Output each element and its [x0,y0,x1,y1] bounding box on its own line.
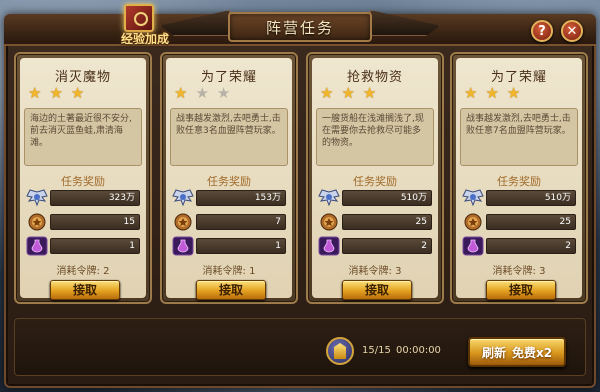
exp-wings-icon [26,188,48,208]
star-icon: ★ [70,84,85,102]
reward-title: 任务奖励 [353,175,397,188]
token-cost: 消耗令牌: 2 [56,266,110,277]
reward-honor-value: 7 [196,214,286,230]
star-icon: ★ [216,84,231,102]
difficulty-stars: ★ ★ ★ [28,86,84,101]
refresh-timer: 00:00:00 [396,345,441,356]
exp-bonus-label: 经验加成 [120,32,169,46]
quest-description: 战事越发激烈,去吧勇士,击败任意3名血盟阵营玩家。 [170,108,288,166]
quest-title: 为了荣耀 [200,70,257,85]
reward-row-honor: 25 [318,212,432,232]
star-icon: ★ [362,84,377,102]
star-icon: ★ [320,84,334,102]
reward-potion-value: 1 [50,238,140,254]
claim-button[interactable]: 接取 [50,280,120,300]
close-button[interactable]: ✕ [561,20,583,42]
star-icon: ★ [28,84,42,102]
card-body: 抢救物资 ★ ★ ★ 一艘货船在浅滩搁浅了,现在需要你去抢救尽可能多的物资。 任… [312,58,438,300]
reward-row-potion: 2 [318,236,432,256]
reward-row-honor: 25 [462,212,576,232]
quest-title: 消灭魔物 [54,70,111,85]
reward-row-potion: 1 [172,236,286,256]
exp-wings-icon [172,188,194,208]
reward-row-exp: 510万 [318,188,432,208]
honor-medal-icon [172,212,194,232]
reward-honor-value: 25 [342,214,432,230]
reward-title: 任务奖励 [207,175,251,188]
reward-honor-value: 25 [486,214,576,230]
token-cost: 消耗令牌: 3 [348,266,402,277]
difficulty-stars: ★ ★ ★ [464,86,520,101]
quest-card: 消灭魔物 ★ ★ ★ 海边的土著最近很不安分,前去消灭蓝鱼蛙,肃清海滩。 任务奖… [14,52,152,304]
free-refresh-count: 免费x2 [511,345,553,360]
help-button[interactable]: ? [531,20,553,42]
exp-wings-icon [462,188,484,208]
reward-honor-value: 15 [50,214,140,230]
card-body: 为了荣耀 ★ ★ ★ 战事越发激烈,去吧勇士,击败任意7名血盟阵营玩家。 任务奖… [456,58,582,300]
claim-button[interactable]: 接取 [196,280,266,300]
reward-title: 任务奖励 [61,175,105,188]
quest-card: 抢救物资 ★ ★ ★ 一艘货船在浅滩搁浅了,现在需要你去抢救尽可能多的物资。 任… [306,52,444,304]
reward-row-exp: 510万 [462,188,576,208]
reward-row-potion: 1 [26,236,140,256]
reward-row-honor: 7 [172,212,286,232]
token-shield-icon [326,337,354,365]
potion-icon [462,236,484,256]
reward-row-honor: 15 [26,212,140,232]
card-body: 为了荣耀 ★ ★ ★ 战事越发激烈,去吧勇士,击败任意3名血盟阵营玩家。 任务奖… [166,58,292,300]
token-cost: 消耗令牌: 3 [492,266,546,277]
reward-exp-value: 153万 [196,190,286,206]
token-cost: 消耗令牌: 1 [202,266,256,277]
quest-description: 一艘货船在浅滩搁浅了,现在需要你去抢救尽可能多的物资。 [316,108,434,166]
difficulty-stars: ★ ★ ★ [320,86,376,101]
reward-exp-value: 323万 [50,190,140,206]
quest-card: 为了荣耀 ★ ★ ★ 战事越发激烈,去吧勇士,击败任意7名血盟阵营玩家。 任务奖… [450,52,588,304]
star-icon: ★ [506,84,521,102]
reward-potion-value: 2 [486,238,576,254]
star-icon: ★ [174,84,188,102]
star-icon: ★ [195,84,209,102]
reward-potion-value: 2 [342,238,432,254]
quest-description: 海边的土著最近很不安分,前去消灭蓝鱼蛙,肃清海滩。 [24,108,142,166]
exp-wings-icon [318,188,340,208]
reward-row-exp: 323万 [26,188,140,208]
star-icon: ★ [485,84,499,102]
quest-title: 抢救物资 [346,70,403,85]
window-title: 阵营任务 [265,18,334,37]
quest-description: 战事越发激烈,去吧勇士,击败任意7名血盟阵营玩家。 [460,108,578,166]
refresh-label: 刷新 [481,345,506,360]
reward-potion-value: 1 [196,238,286,254]
reward-title: 任务奖励 [497,175,541,188]
star-icon: ★ [341,84,355,102]
star-icon: ★ [49,84,63,102]
quest-title: 为了荣耀 [490,70,547,85]
potion-icon [26,236,48,256]
title-plate: 阵营任务 [228,12,372,42]
star-icon: ★ [464,84,478,102]
reward-exp-value: 510万 [486,190,576,206]
exp-bonus-badge[interactable]: 经验加成 [110,4,178,46]
refresh-button[interactable]: 刷新 免费x2 [468,337,566,367]
potion-icon [172,236,194,256]
card-body: 消灭魔物 ★ ★ ★ 海边的土著最近很不安分,前去消灭蓝鱼蛙,肃清海滩。 任务奖… [20,58,146,300]
reward-row-potion: 2 [462,236,576,256]
potion-icon [318,236,340,256]
difficulty-stars: ★ ★ ★ [174,86,230,101]
reward-exp-value: 510万 [342,190,432,206]
honor-medal-icon [26,212,48,232]
claim-button[interactable]: 接取 [486,280,556,300]
exp-book-icon [124,4,154,32]
honor-medal-icon [462,212,484,232]
quest-card: 为了荣耀 ★ ★ ★ 战事越发激烈,去吧勇士,击败任意3名血盟阵营玩家。 任务奖… [160,52,298,304]
reward-row-exp: 153万 [172,188,286,208]
claim-button[interactable]: 接取 [342,280,412,300]
quest-card-list: 消灭魔物 ★ ★ ★ 海边的土著最近很不安分,前去消灭蓝鱼蛙,肃清海滩。 任务奖… [14,52,588,304]
token-count: 15/15 [362,345,391,356]
honor-medal-icon [318,212,340,232]
